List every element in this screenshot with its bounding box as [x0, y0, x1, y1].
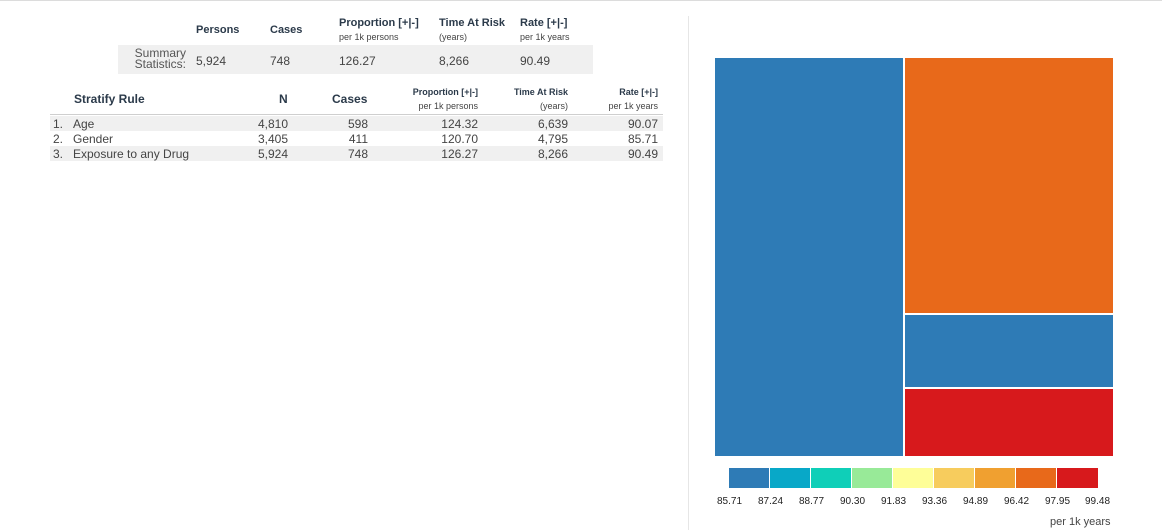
row-n: 5,924 — [257, 147, 288, 161]
row-rule: Age — [73, 117, 95, 131]
row-time-at-risk: 6,639 — [537, 117, 568, 131]
summary-header-proportion[interactable]: Proportion [+|-] — [339, 17, 419, 29]
summary-header-rate-sub: per 1k years — [520, 32, 570, 42]
row-proportion: 126.27 — [441, 147, 478, 161]
treemap — [714, 57, 1114, 457]
table-row[interactable]: 3. Exposure to any Drug 5,924 748 126.27… — [50, 146, 663, 161]
summary-header-time-at-risk-sub: (years) — [439, 32, 468, 42]
summary-header-persons[interactable]: Persons — [196, 24, 239, 36]
stratify-header-rule-line — [50, 114, 663, 115]
row-index: 1. — [53, 117, 64, 131]
treemap-tile[interactable] — [714, 57, 904, 457]
row-cases: 598 — [347, 117, 368, 131]
row-proportion: 120.70 — [441, 132, 478, 146]
row-index: 2. — [53, 132, 64, 146]
legend-tick-label: 94.89 — [963, 496, 989, 507]
row-rule: Gender — [73, 132, 114, 146]
row-rule: Exposure to any Drug — [73, 147, 190, 161]
stratify-header-time-at-risk-sub: (years) — [539, 101, 568, 111]
panel-divider — [688, 16, 689, 530]
summary-header-cases[interactable]: Cases — [270, 24, 302, 36]
row-index: 3. — [53, 147, 64, 161]
stratify-header-time-at-risk[interactable]: Time At Risk — [490, 87, 568, 97]
stratify-header-rule[interactable]: Stratify Rule — [74, 92, 145, 106]
legend-swatch — [852, 468, 892, 488]
stratify-header-rate[interactable]: Rate [+|-] — [590, 87, 658, 97]
legend-tick-label: 87.24 — [758, 496, 784, 507]
stratify-header-proportion[interactable]: Proportion [+|-] — [380, 87, 478, 97]
top-border — [0, 0, 1162, 1]
legend-tick-label: 93.36 — [922, 496, 948, 507]
treemap-tile[interactable] — [904, 388, 1114, 457]
summary-cases-value: 748 — [270, 54, 291, 68]
summary-label: Summary Statistics: — [132, 47, 186, 71]
summary-rate-value: 90.49 — [520, 54, 551, 68]
legend-tick-label: 85.71 — [717, 496, 743, 507]
summary-label-line2: Statistics: — [134, 57, 186, 71]
row-cases: 411 — [348, 132, 368, 146]
row-rate: 85.71 — [627, 132, 658, 146]
summary-header-rate[interactable]: Rate [+|-] — [520, 17, 567, 29]
summary-header-time-at-risk[interactable]: Time At Risk — [439, 17, 505, 29]
row-rate: 90.07 — [627, 117, 658, 131]
summary-time-at-risk-value: 8,266 — [439, 54, 470, 68]
treemap-tile[interactable] — [904, 314, 1114, 388]
table-row[interactable]: 1. Age 4,810 598 124.32 6,639 90.07 — [50, 116, 663, 131]
table-row[interactable]: 2. Gender 3,405 411 120.70 4,795 85.71 — [50, 131, 663, 146]
stratify-header-cases[interactable]: Cases — [332, 92, 367, 106]
row-n: 4,810 — [257, 117, 288, 131]
legend-tick-label: 88.77 — [799, 496, 825, 507]
row-n: 3,405 — [257, 132, 288, 146]
legend-swatch — [729, 468, 769, 488]
legend-tick-label: 97.95 — [1045, 496, 1071, 507]
legend-tick-label: 91.83 — [881, 496, 907, 507]
legend-tick-label: 90.30 — [840, 496, 866, 507]
stratify-header-n[interactable]: N — [279, 92, 288, 106]
legend-swatch — [934, 468, 974, 488]
summary-persons-value: 5,924 — [196, 54, 227, 68]
row-rate: 90.49 — [627, 147, 658, 161]
legend-swatch — [1016, 468, 1056, 488]
stratify-header-proportion-sub: per 1k persons — [418, 101, 478, 111]
row-proportion: 124.32 — [441, 117, 478, 131]
summary-proportion-value: 126.27 — [339, 54, 376, 68]
legend-swatch — [811, 468, 851, 488]
row-time-at-risk: 8,266 — [537, 147, 568, 161]
stratify-header-rate-sub: per 1k years — [608, 101, 658, 111]
row-cases: 748 — [347, 147, 368, 161]
legend-unit: per 1k years — [1050, 516, 1111, 528]
treemap-tile[interactable] — [904, 57, 1114, 314]
row-time-at-risk: 4,795 — [537, 132, 568, 146]
legend-swatch — [1057, 468, 1098, 488]
legend-tick-label: 96.42 — [1004, 496, 1030, 507]
legend-swatch — [770, 468, 810, 488]
summary-header-proportion-sub: per 1k persons — [339, 32, 399, 42]
legend-tick-label: 99.48 — [1085, 496, 1111, 507]
legend-swatch — [975, 468, 1015, 488]
legend-swatch — [893, 468, 933, 488]
